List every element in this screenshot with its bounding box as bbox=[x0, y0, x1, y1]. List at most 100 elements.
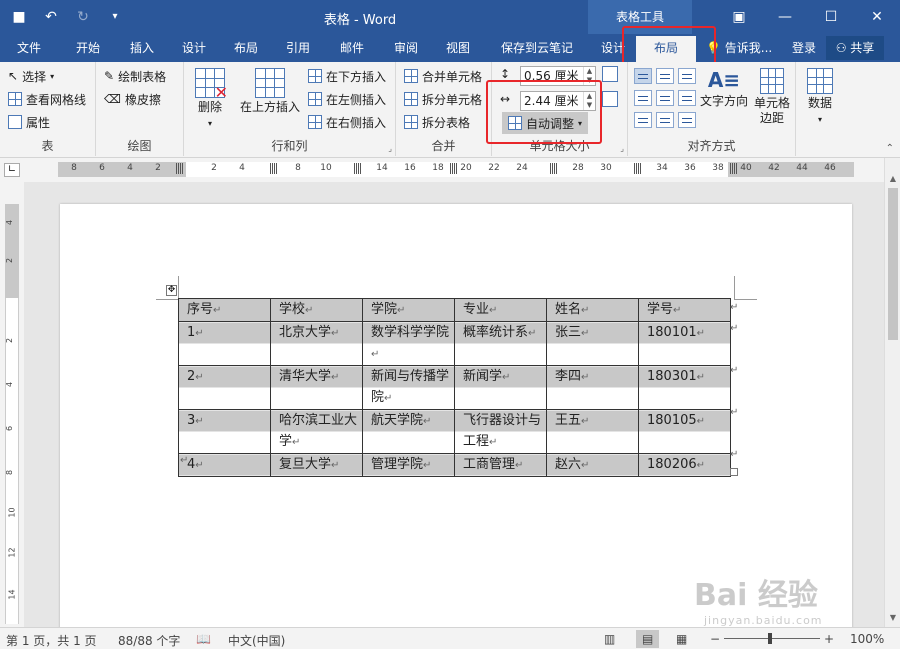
merge-cells-button[interactable]: 合并单元格 bbox=[404, 66, 482, 86]
column-marker[interactable] bbox=[176, 163, 184, 174]
tab-table-design[interactable]: 设计 bbox=[594, 34, 632, 62]
tab-review[interactable]: 审阅 bbox=[384, 34, 428, 62]
column-marker[interactable] bbox=[354, 163, 362, 174]
delete-button[interactable]: ✕ 删除 ▾ bbox=[192, 68, 228, 131]
select-button[interactable]: ↖ 选择 ▾ bbox=[8, 66, 54, 86]
table-cell[interactable]: 李四↵ bbox=[546, 365, 639, 410]
table-cell[interactable]: 180206↵ bbox=[638, 453, 731, 477]
table-cell[interactable]: 概率统计系↵ bbox=[454, 321, 547, 366]
data-table[interactable]: 序号↵ 学校↵ 学院↵ 专业↵ 姓名↵ 学号↵ 1↵ 北京大学↵ 数学科学学院↵ 概率统计系↵ 张三… bbox=[178, 298, 731, 477]
tab-view[interactable]: 视图 bbox=[436, 34, 480, 62]
table-move-handle-icon[interactable]: ✥ bbox=[166, 285, 177, 296]
tab-table-layout[interactable]: 布局 bbox=[636, 36, 696, 62]
insert-left-button[interactable]: 在左侧插入 bbox=[308, 89, 386, 109]
table-header-cell[interactable]: 学院↵ bbox=[362, 298, 455, 322]
table-header-cell[interactable]: 学校↵ bbox=[270, 298, 363, 322]
table-cell[interactable]: 张三↵ bbox=[546, 321, 639, 366]
read-mode-icon[interactable]: ▥ bbox=[604, 632, 615, 646]
column-marker[interactable] bbox=[450, 163, 458, 174]
maximize-icon[interactable]: ☐ bbox=[808, 0, 854, 34]
table-cell[interactable]: 哈尔滨工业大学↵ bbox=[270, 409, 363, 454]
tab-design[interactable]: 设计 bbox=[172, 34, 216, 62]
column-marker[interactable] bbox=[634, 163, 642, 174]
view-gridlines-button[interactable]: 查看网格线 bbox=[8, 89, 86, 109]
word-count[interactable]: 88/88 个字 bbox=[118, 632, 180, 649]
dialog-launcher-icon[interactable]: ⌟ bbox=[620, 144, 624, 153]
eraser-button[interactable]: ⌫ 橡皮擦 bbox=[104, 89, 161, 109]
tell-me-box[interactable]: 💡 告诉我... bbox=[706, 34, 772, 62]
document-area[interactable]: ✥ 序号↵ 学校↵ 学院↵ 专业↵ 姓名↵ 学号↵ 1↵ 北京大学↵ 数学科学学院↵ 概率统计系↵… bbox=[24, 182, 884, 627]
vertical-scrollbar[interactable]: ▲ ▼ bbox=[884, 158, 900, 627]
spinner-icon[interactable]: ▲ ▼ bbox=[583, 67, 595, 85]
table-cell[interactable]: 王五↵ bbox=[546, 409, 639, 454]
tab-mailings[interactable]: 邮件 bbox=[330, 34, 374, 62]
table-cell[interactable]: 飞行器设计与工程↵ bbox=[454, 409, 547, 454]
table-cell[interactable]: 工商管理↵ bbox=[454, 453, 547, 477]
insert-below-button[interactable]: 在下方插入 bbox=[308, 66, 386, 86]
login-link[interactable]: 登录 bbox=[792, 34, 816, 62]
web-layout-icon[interactable]: ▦ bbox=[676, 632, 687, 646]
align-middle-right-icon[interactable] bbox=[678, 90, 696, 106]
tab-home[interactable]: 开始 bbox=[66, 34, 110, 62]
table-cell[interactable]: 新闻与传播学院↵ bbox=[362, 365, 455, 410]
row-height-input[interactable]: 0.56 厘米 ▲ ▼ bbox=[520, 66, 596, 86]
table-cell[interactable]: 赵六↵ bbox=[546, 453, 639, 477]
text-direction-button[interactable]: A≡ 文字方向 bbox=[700, 66, 748, 109]
align-top-left-icon[interactable] bbox=[634, 68, 652, 84]
page-count[interactable]: 第 1 页，共 1 页 bbox=[6, 632, 97, 649]
autofit-button[interactable]: 自动调整 ▾ bbox=[502, 112, 589, 134]
zoom-in-button[interactable]: + bbox=[824, 632, 834, 646]
dialog-launcher-icon[interactable]: ⌟ bbox=[388, 144, 392, 153]
distribute-rows-icon[interactable] bbox=[602, 66, 618, 82]
table-cell[interactable]: 3↵ bbox=[178, 409, 271, 454]
table-header-cell[interactable]: 姓名↵ bbox=[546, 298, 639, 322]
tab-file[interactable]: 文件 bbox=[6, 34, 52, 62]
tab-save-to-cloud[interactable]: 保存到云笔记 bbox=[494, 34, 580, 62]
draw-table-button[interactable]: ✎ 绘制表格 bbox=[104, 66, 166, 86]
scroll-up-icon[interactable]: ▲ bbox=[885, 172, 900, 186]
table-cell[interactable]: 180101↵ bbox=[638, 321, 731, 366]
align-bottom-left-icon[interactable] bbox=[634, 112, 652, 128]
tab-page-layout[interactable]: 布局 bbox=[224, 34, 268, 62]
align-top-center-icon[interactable] bbox=[656, 68, 674, 84]
cell-margins-button[interactable]: 单元格 边距 bbox=[750, 68, 794, 126]
column-marker[interactable] bbox=[550, 163, 558, 174]
align-middle-left-icon[interactable] bbox=[634, 90, 652, 106]
table-cell[interactable]: 复旦大学↵ bbox=[270, 453, 363, 477]
proofing-icon[interactable]: 📖 bbox=[196, 632, 211, 646]
table-cell[interactable]: 管理学院↵ bbox=[362, 453, 455, 477]
column-marker[interactable] bbox=[270, 163, 278, 174]
tab-insert[interactable]: 插入 bbox=[120, 34, 164, 62]
table-cell[interactable]: 4↵ bbox=[178, 453, 271, 477]
table-cell[interactable]: 新闻学↵ bbox=[454, 365, 547, 410]
tab-selector-icon[interactable]: ∟ bbox=[4, 163, 20, 177]
table-header-cell[interactable]: 学号↵ bbox=[638, 298, 731, 322]
table-cell[interactable]: 1↵ bbox=[178, 321, 271, 366]
insert-above-button[interactable]: 在上方插入 bbox=[238, 68, 302, 115]
column-marker[interactable] bbox=[730, 163, 738, 174]
ribbon-display-icon[interactable]: ▣ bbox=[716, 0, 762, 34]
data-button[interactable]: 数据 ▾ bbox=[802, 68, 838, 127]
spinner-icon[interactable]: ▲ ▼ bbox=[583, 92, 595, 110]
table-cell[interactable]: 航天学院↵ bbox=[362, 409, 455, 454]
table-cell[interactable]: 2↵ bbox=[178, 365, 271, 410]
align-middle-center-icon[interactable] bbox=[656, 90, 674, 106]
split-cells-button[interactable]: 拆分单元格 bbox=[404, 89, 482, 109]
zoom-slider-track[interactable] bbox=[724, 638, 820, 639]
table-header-cell[interactable]: 专业↵ bbox=[454, 298, 547, 322]
distribute-columns-icon[interactable] bbox=[602, 91, 618, 107]
column-width-input[interactable]: 2.44 厘米 ▲ ▼ bbox=[520, 91, 596, 111]
close-icon[interactable]: ✕ bbox=[854, 0, 900, 34]
zoom-level[interactable]: 100% bbox=[850, 632, 884, 646]
share-button[interactable]: ⚇ 共享 bbox=[826, 36, 884, 60]
table-cell[interactable]: 北京大学↵ bbox=[270, 321, 363, 366]
zoom-out-button[interactable]: − bbox=[710, 632, 720, 646]
properties-button[interactable]: 属性 bbox=[8, 112, 50, 132]
scrollbar-thumb[interactable] bbox=[888, 188, 898, 340]
align-top-right-icon[interactable] bbox=[678, 68, 696, 84]
align-bottom-right-icon[interactable] bbox=[678, 112, 696, 128]
minimize-icon[interactable]: — bbox=[762, 0, 808, 34]
table-resize-handle-icon[interactable] bbox=[730, 468, 738, 476]
collapse-ribbon-icon[interactable]: ⌃ bbox=[886, 143, 894, 154]
table-cell[interactable]: 清华大学↵ bbox=[270, 365, 363, 410]
